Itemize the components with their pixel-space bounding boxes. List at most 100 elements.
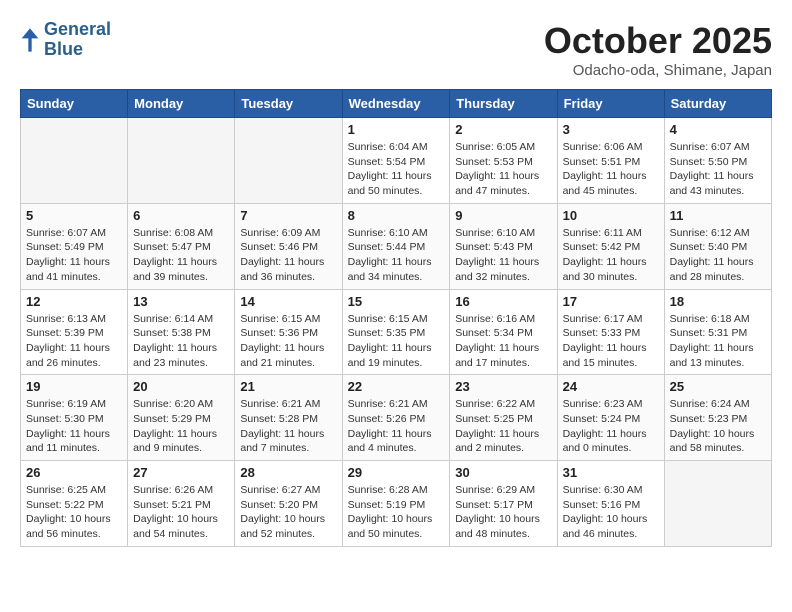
- calendar-cell: 12 Sunrise: 6:13 AM Sunset: 5:39 PM Dayli…: [21, 289, 128, 375]
- day-info: Sunrise: 6:21 AM Sunset: 5:26 PM Dayligh…: [348, 397, 445, 456]
- calendar-cell: 1 Sunrise: 6:04 AM Sunset: 5:54 PM Daylig…: [342, 118, 450, 204]
- weekday-header-saturday: Saturday: [664, 90, 771, 118]
- calendar-cell: 28Sunrise: 6:27 AM Sunset: 5:20 PM Dayli…: [235, 461, 342, 547]
- calendar-cell: 3Sunrise: 6:06 AM Sunset: 5:51 PM Daylig…: [557, 118, 664, 204]
- calendar: SundayMondayTuesdayWednesdayThursdayFrid…: [20, 89, 772, 547]
- week-row-5: 26Sunrise: 6:25 AM Sunset: 5:22 PM Dayli…: [21, 461, 772, 547]
- page-header: General Blue October 2025 Odacho-oda, Sh…: [20, 20, 772, 79]
- weekday-header-thursday: Thursday: [450, 90, 557, 118]
- day-number: 7: [240, 208, 336, 223]
- logo-line2: Blue: [44, 40, 111, 60]
- day-info: Sunrise: 6:16 AM Sunset: 5:34 PM Dayligh…: [455, 312, 551, 371]
- calendar-cell: 27 Sunrise: 6:26 AM Sunset: 5:21 PM Dayli…: [128, 461, 235, 547]
- calendar-cell: 14 Sunrise: 6:15 AM Sunset: 5:36 PM Dayli…: [235, 289, 342, 375]
- day-info: Sunrise: 6:17 AM Sunset: 5:33 PM Dayligh…: [563, 312, 659, 371]
- day-number: 14: [240, 294, 336, 309]
- calendar-cell: 18 Sunrise: 6:18 AM Sunset: 5:31 PM Dayli…: [664, 289, 771, 375]
- week-row-1: 1 Sunrise: 6:04 AM Sunset: 5:54 PM Daylig…: [21, 118, 772, 204]
- day-info: Sunrise: 6:28 AM Sunset: 5:19 PM Dayligh…: [348, 483, 445, 542]
- calendar-cell: 26Sunrise: 6:25 AM Sunset: 5:22 PM Dayli…: [21, 461, 128, 547]
- calendar-cell: 8 Sunrise: 6:10 AM Sunset: 5:44 PM Daylig…: [342, 203, 450, 289]
- logo-icon: [20, 26, 40, 54]
- calendar-cell: 31 Sunrise: 6:30 AM Sunset: 5:16 PM Dayli…: [557, 461, 664, 547]
- day-info: Sunrise: 6:11 AM Sunset: 5:42 PM Dayligh…: [563, 226, 659, 285]
- calendar-cell: 21Sunrise: 6:21 AM Sunset: 5:28 PM Dayli…: [235, 375, 342, 461]
- calendar-cell: 2Sunrise: 6:05 AM Sunset: 5:53 PM Daylig…: [450, 118, 557, 204]
- day-number: 18: [670, 294, 766, 309]
- day-number: 30: [455, 465, 551, 480]
- day-number: 23: [455, 379, 551, 394]
- day-number: 24: [563, 379, 659, 394]
- day-info: Sunrise: 6:21 AM Sunset: 5:28 PM Dayligh…: [240, 397, 336, 456]
- calendar-cell: 4 Sunrise: 6:07 AM Sunset: 5:50 PM Daylig…: [664, 118, 771, 204]
- day-info: Sunrise: 6:13 AM Sunset: 5:39 PM Dayligh…: [26, 312, 122, 371]
- day-number: 8: [348, 208, 445, 223]
- calendar-cell: [664, 461, 771, 547]
- day-number: 25: [670, 379, 766, 394]
- day-number: 12: [26, 294, 122, 309]
- calendar-cell: 20 Sunrise: 6:20 AM Sunset: 5:29 PM Dayli…: [128, 375, 235, 461]
- calendar-cell: 17 Sunrise: 6:17 AM Sunset: 5:33 PM Dayli…: [557, 289, 664, 375]
- week-row-3: 12 Sunrise: 6:13 AM Sunset: 5:39 PM Dayli…: [21, 289, 772, 375]
- day-number: 22: [348, 379, 445, 394]
- calendar-cell: 15 Sunrise: 6:15 AM Sunset: 5:35 PM Dayli…: [342, 289, 450, 375]
- title-block: October 2025 Odacho-oda, Shimane, Japan: [544, 20, 772, 79]
- weekday-header-tuesday: Tuesday: [235, 90, 342, 118]
- day-number: 6: [133, 208, 229, 223]
- day-info: Sunrise: 6:14 AM Sunset: 5:38 PM Dayligh…: [133, 312, 229, 371]
- day-info: Sunrise: 6:18 AM Sunset: 5:31 PM Dayligh…: [670, 312, 766, 371]
- calendar-cell: 29 Sunrise: 6:28 AM Sunset: 5:19 PM Dayli…: [342, 461, 450, 547]
- day-number: 4: [670, 122, 766, 137]
- calendar-cell: 5Sunrise: 6:07 AM Sunset: 5:49 PM Daylig…: [21, 203, 128, 289]
- weekday-header-monday: Monday: [128, 90, 235, 118]
- calendar-cell: [21, 118, 128, 204]
- day-number: 13: [133, 294, 229, 309]
- day-info: Sunrise: 6:24 AM Sunset: 5:23 PM Dayligh…: [670, 397, 766, 456]
- calendar-cell: [128, 118, 235, 204]
- day-info: Sunrise: 6:19 AM Sunset: 5:30 PM Dayligh…: [26, 397, 122, 456]
- day-info: Sunrise: 6:09 AM Sunset: 5:46 PM Dayligh…: [240, 226, 336, 285]
- day-number: 19: [26, 379, 122, 394]
- weekday-header-friday: Friday: [557, 90, 664, 118]
- day-info: Sunrise: 6:10 AM Sunset: 5:43 PM Dayligh…: [455, 226, 551, 285]
- day-info: Sunrise: 6:27 AM Sunset: 5:20 PM Dayligh…: [240, 483, 336, 542]
- day-info: Sunrise: 6:29 AM Sunset: 5:17 PM Dayligh…: [455, 483, 551, 542]
- day-number: 11: [670, 208, 766, 223]
- logo-line1: General: [44, 20, 111, 40]
- logo: General Blue: [20, 20, 111, 60]
- calendar-cell: [235, 118, 342, 204]
- day-number: 1: [348, 122, 445, 137]
- day-number: 10: [563, 208, 659, 223]
- day-number: 9: [455, 208, 551, 223]
- day-info: Sunrise: 6:20 AM Sunset: 5:29 PM Dayligh…: [133, 397, 229, 456]
- day-number: 29: [348, 465, 445, 480]
- day-info: Sunrise: 6:22 AM Sunset: 5:25 PM Dayligh…: [455, 397, 551, 456]
- day-info: Sunrise: 6:12 AM Sunset: 5:40 PM Dayligh…: [670, 226, 766, 285]
- day-info: Sunrise: 6:25 AM Sunset: 5:22 PM Dayligh…: [26, 483, 122, 542]
- calendar-cell: 13 Sunrise: 6:14 AM Sunset: 5:38 PM Dayli…: [128, 289, 235, 375]
- week-row-2: 5Sunrise: 6:07 AM Sunset: 5:49 PM Daylig…: [21, 203, 772, 289]
- day-info: Sunrise: 6:07 AM Sunset: 5:50 PM Dayligh…: [670, 140, 766, 199]
- calendar-cell: 11 Sunrise: 6:12 AM Sunset: 5:40 PM Dayli…: [664, 203, 771, 289]
- calendar-cell: 6Sunrise: 6:08 AM Sunset: 5:47 PM Daylig…: [128, 203, 235, 289]
- week-row-4: 19 Sunrise: 6:19 AM Sunset: 5:30 PM Dayli…: [21, 375, 772, 461]
- weekday-header-row: SundayMondayTuesdayWednesdayThursdayFrid…: [21, 90, 772, 118]
- day-number: 15: [348, 294, 445, 309]
- day-info: Sunrise: 6:26 AM Sunset: 5:21 PM Dayligh…: [133, 483, 229, 542]
- day-number: 27: [133, 465, 229, 480]
- day-number: 20: [133, 379, 229, 394]
- day-info: Sunrise: 6:10 AM Sunset: 5:44 PM Dayligh…: [348, 226, 445, 285]
- day-info: Sunrise: 6:30 AM Sunset: 5:16 PM Dayligh…: [563, 483, 659, 542]
- day-number: 17: [563, 294, 659, 309]
- calendar-cell: 25 Sunrise: 6:24 AM Sunset: 5:23 PM Dayli…: [664, 375, 771, 461]
- day-number: 5: [26, 208, 122, 223]
- day-info: Sunrise: 6:23 AM Sunset: 5:24 PM Dayligh…: [563, 397, 659, 456]
- calendar-cell: 23 Sunrise: 6:22 AM Sunset: 5:25 PM Dayli…: [450, 375, 557, 461]
- day-number: 3: [563, 122, 659, 137]
- day-info: Sunrise: 6:04 AM Sunset: 5:54 PM Dayligh…: [348, 140, 445, 199]
- day-info: Sunrise: 6:15 AM Sunset: 5:35 PM Dayligh…: [348, 312, 445, 371]
- calendar-cell: 22 Sunrise: 6:21 AM Sunset: 5:26 PM Dayli…: [342, 375, 450, 461]
- day-info: Sunrise: 6:15 AM Sunset: 5:36 PM Dayligh…: [240, 312, 336, 371]
- calendar-cell: 9 Sunrise: 6:10 AM Sunset: 5:43 PM Daylig…: [450, 203, 557, 289]
- day-number: 31: [563, 465, 659, 480]
